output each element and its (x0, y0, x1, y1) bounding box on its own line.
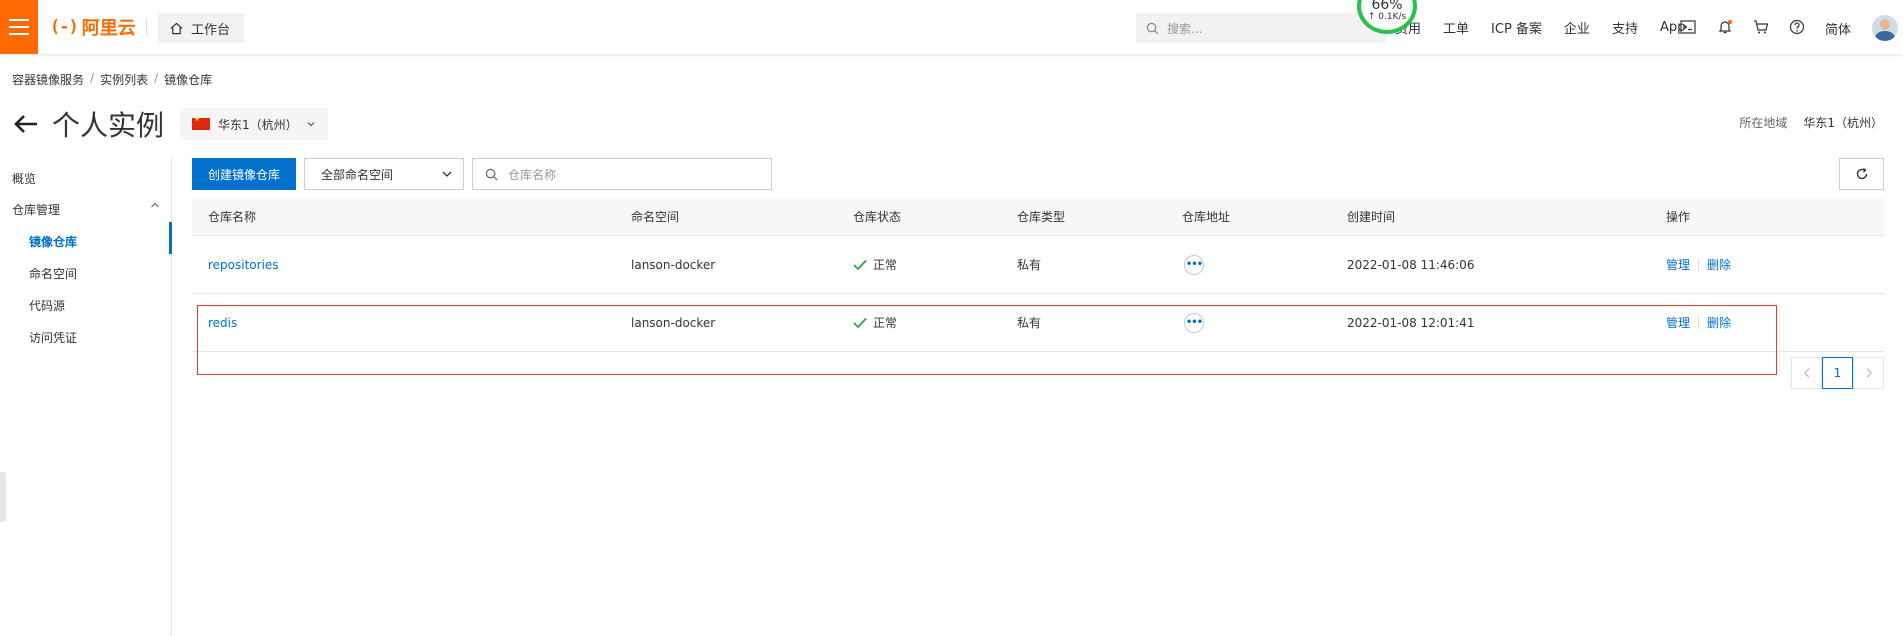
chevron-left-icon (1803, 368, 1809, 378)
header-status: 仓库状态 (853, 210, 902, 224)
repo-name-link[interactable]: repositories (208, 236, 279, 293)
table-header: 仓库名称 命名空间 仓库状态 仓库类型 仓库地址 创建时间 操作 (192, 198, 1884, 236)
refresh-icon (1856, 167, 1867, 180)
header-actions: 操作 (1666, 210, 1691, 224)
cart-icon[interactable] (1751, 17, 1771, 37)
repo-status-text: 正常 (873, 258, 898, 272)
region-selector[interactable]: 华东1（杭州） (180, 108, 328, 140)
breadcrumb-item-instances[interactable]: 实例列表 (100, 71, 148, 88)
top-nav-links: 费用 工单 ICP 备案 企业 支持 App (1395, 0, 1707, 54)
pagination: 1 (1791, 357, 1884, 389)
breadcrumb-item-repos: 镜像仓库 (164, 73, 213, 87)
nav-enterprise[interactable]: 企业 (1564, 18, 1590, 37)
sidebar-item-code-sources[interactable]: 代码源 (29, 297, 65, 314)
speed-rate: ↑ 0.1K/s (1367, 12, 1407, 22)
speed-percent: 66% (1371, 0, 1403, 13)
aliyun-logo-mark: (-) (50, 17, 79, 37)
home-icon (170, 22, 183, 34)
namespace-select-value: 全部命名空间 (321, 167, 394, 182)
breadcrumb-separator: / (154, 71, 159, 85)
page-title: 个人实例 (52, 109, 165, 142)
chevron-right-icon (1866, 368, 1872, 378)
search-icon (485, 168, 498, 180)
aliyun-logo-text: 阿里云 (81, 18, 136, 39)
terminal-icon[interactable] (1678, 17, 1698, 37)
delete-link[interactable]: 删除 (1707, 256, 1731, 273)
language-switch[interactable]: 简体 (1825, 19, 1851, 38)
back-arrow-icon[interactable] (12, 110, 40, 138)
breadcrumb: 容器镜像服务 / 实例列表 / 镜像仓库 (12, 71, 212, 88)
next-page-button[interactable] (1853, 357, 1884, 389)
repo-address: ••• (1184, 236, 1204, 293)
page-header: 个人实例 (12, 104, 164, 144)
manage-link[interactable]: 管理 (1666, 256, 1690, 273)
header-created: 创建时间 (1347, 210, 1396, 224)
sidebar-item-image-repos[interactable]: 镜像仓库 (29, 233, 77, 250)
sidebar-item-namespaces[interactable]: 命名空间 (29, 265, 77, 282)
china-flag-icon (192, 115, 210, 130)
sidebar-collapse-handle[interactable] (0, 472, 6, 522)
table-row: repositories lanson-docker 正常 私有 ••• 202… (192, 236, 1884, 294)
repo-name-search-input[interactable]: 仓库名称 (472, 158, 773, 190)
breadcrumb-separator: / (90, 71, 95, 85)
region-info-label: 所在地域 (1739, 116, 1788, 130)
create-repo-button[interactable]: 创建镜像仓库 (192, 158, 297, 190)
top-navigation-bar: (-) 阿里云 工作台 搜索... 费用 工单 ICP 备案 企业 支持 App… (0, 0, 1903, 54)
chevron-down-icon (307, 122, 315, 127)
nav-icp[interactable]: ICP 备案 (1491, 18, 1542, 37)
namespace-select[interactable]: 全部命名空间 (304, 158, 465, 190)
repo-created: 2022-01-08 11:46:06 (1347, 257, 1475, 272)
workbench-label: 工作台 (191, 22, 231, 38)
sidebar-item-access-credentials[interactable]: 访问凭证 (29, 329, 77, 346)
sidebar-active-indicator (169, 222, 172, 254)
more-dots-icon[interactable]: ••• (1184, 254, 1204, 275)
table-toolbar: 创建镜像仓库 全部命名空间 仓库名称 (192, 158, 773, 190)
region-selector-value: 华东1（杭州） (218, 117, 298, 132)
global-search-input[interactable]: 搜索... (1136, 13, 1386, 43)
search-icon (1146, 22, 1159, 34)
workbench-button[interactable]: 工作台 (158, 13, 245, 43)
breadcrumb-item-service[interactable]: 容器镜像服务 (12, 71, 84, 88)
divider (146, 18, 147, 36)
sidebar: 概览 仓库管理 镜像仓库 命名空间 代码源 访问凭证 (0, 158, 172, 636)
sidebar-group-repo-management[interactable]: 仓库管理 (12, 201, 60, 218)
prev-page-button[interactable] (1791, 357, 1822, 389)
region-info: 所在地域 华东1（杭州） (1739, 114, 1883, 131)
repo-status: 正常 (853, 236, 897, 293)
nav-support[interactable]: 支持 (1612, 18, 1638, 37)
aliyun-logo[interactable]: (-) 阿里云 (50, 16, 136, 39)
refresh-button[interactable] (1839, 158, 1884, 190)
bell-icon[interactable] (1715, 17, 1735, 37)
chevron-up-icon[interactable] (150, 201, 160, 209)
nav-tickets[interactable]: 工单 (1443, 18, 1469, 37)
highlight-annotation-box (197, 305, 1777, 375)
header-address: 仓库地址 (1182, 210, 1231, 224)
hamburger-menu-button[interactable] (0, 0, 38, 54)
header-type: 仓库类型 (1017, 210, 1066, 224)
repo-type: 私有 (1017, 258, 1042, 272)
page-number-button[interactable]: 1 (1822, 357, 1853, 389)
header-namespace: 命名空间 (631, 210, 680, 224)
action-divider (1698, 258, 1700, 271)
search-placeholder: 搜索... (1167, 21, 1203, 36)
sidebar-item-overview[interactable]: 概览 (12, 170, 36, 187)
repo-name-placeholder: 仓库名称 (508, 167, 557, 182)
check-icon (853, 259, 867, 270)
repo-namespace: lanson-docker (631, 257, 716, 272)
user-avatar[interactable] (1872, 15, 1898, 41)
header-repo-name: 仓库名称 (208, 210, 257, 224)
repo-actions: 管理 删除 (1666, 236, 1731, 293)
chevron-down-icon (442, 171, 452, 177)
help-icon[interactable] (1787, 17, 1807, 37)
region-info-value: 华东1（杭州） (1803, 116, 1883, 130)
